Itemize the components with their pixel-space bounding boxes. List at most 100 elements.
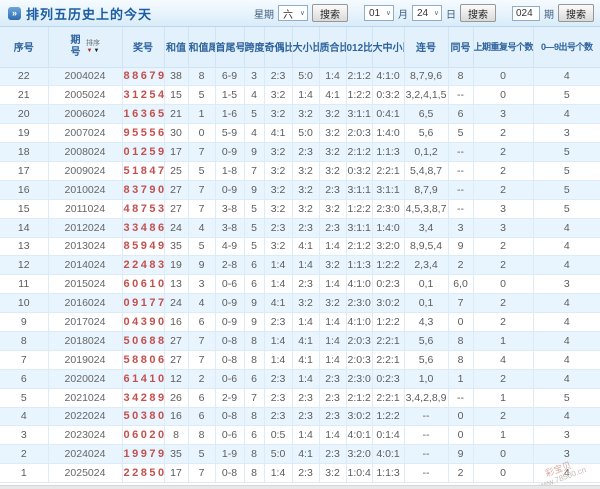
week-select[interactable]: 六 ∨ (278, 5, 308, 21)
cell-big-small: 1:4 (291, 425, 320, 446)
col-prev-repeat: 上期重复号个数 (472, 27, 534, 68)
cell-prize: 51847 (121, 160, 165, 181)
table-row: 5 2021024 34289 26 6 2-9 7 2:3 2:3 2:3 2:1:2 2:2:1 3… (0, 387, 600, 408)
cell-consecutive: 4,5,3,8,7 (403, 198, 449, 219)
day-select-value: 24 (417, 7, 429, 19)
col-big-small: 大小比 (291, 27, 320, 68)
cell-same: 5 (447, 123, 474, 144)
cell-span: 5 (243, 104, 265, 125)
cell-big-small: 3:2 (291, 293, 320, 314)
cell-prev-repeat: 0 (472, 444, 534, 465)
cell-same: 3 (447, 217, 474, 238)
cell-odd-even: 3:2 (263, 104, 293, 125)
cell-prize: 88679 (121, 66, 165, 87)
cell-odd-even: 2:3 (263, 406, 293, 427)
cell-consecutive: 5,6 (403, 123, 449, 144)
sort-desc-icon[interactable]: ▼ (87, 48, 93, 54)
cell-012-ratio: 2:0:3 (345, 123, 373, 144)
cell-sum-tail: 1 (187, 104, 216, 125)
cell-span: 9 (243, 142, 265, 162)
cell-span: 5 (243, 198, 265, 219)
cell-sum: 17 (163, 142, 189, 162)
cell-prize: 01259 (121, 142, 165, 162)
cell-span: 8 (243, 330, 265, 351)
cell-prime-composite: 1:4 (318, 236, 347, 257)
cell-sum-tail: 4 (187, 217, 216, 238)
cell-span: 9 (243, 179, 265, 200)
cell-prime-composite: 3:2 (318, 160, 347, 181)
cell-issue: 2011024 (47, 198, 123, 219)
cell-012-ratio: 1:2:2 (345, 198, 373, 219)
cell-sum-tail: 0 (187, 123, 216, 144)
cell-prev-repeat: 2 (472, 179, 534, 200)
cell-issue: 2021024 (47, 387, 123, 408)
col-index: 序号 (0, 27, 49, 68)
week-search-button[interactable]: 搜索 (312, 4, 348, 22)
cell-digit-count: 4 (532, 255, 600, 276)
cell-012-ratio: 4:1:0 (345, 312, 373, 332)
cell-012-ratio: 4:1:0 (345, 274, 373, 295)
cell-big-mid-small: 2:2:1 (371, 330, 405, 351)
cell-same: -- (447, 85, 474, 106)
cell-prev-repeat: 1 (472, 330, 534, 351)
cell-sum-tail: 3 (187, 274, 216, 295)
cell-prime-composite: 2:3 (318, 387, 347, 408)
cell-consecutive: 6,5 (403, 104, 449, 125)
cell-same: 0 (447, 312, 474, 332)
cell-consecutive: 8,9,5,4 (403, 236, 449, 257)
chevron-down-icon: ∨ (433, 10, 439, 17)
table-row: 2 2024024 19979 35 5 1-9 8 5:0 4:1 2:3 3:2:0 4:0:1-… (0, 444, 600, 465)
col-issue: 期号 排序 ▼ ▼ (47, 27, 123, 68)
cell-odd-even: 5:0 (263, 444, 293, 465)
cell-issue: 2007024 (47, 123, 123, 144)
cell-index: 1 (0, 463, 49, 484)
cell-012-ratio: 3:2:0 (345, 444, 373, 465)
col-prize: 奖号 (121, 27, 165, 68)
cell-prize: 33486 (121, 217, 165, 238)
cell-prize: 06020 (121, 425, 165, 446)
day-select[interactable]: 24 ∨ (412, 5, 442, 21)
date-search-button[interactable]: 搜索 (460, 4, 496, 22)
cell-012-ratio: 2:1:2 (345, 236, 373, 257)
cell-index: 12 (0, 255, 49, 276)
cell-head-tail: 0-8 (214, 330, 245, 351)
cell-sum: 17 (163, 463, 189, 484)
cell-span: 9 (243, 293, 265, 314)
table-row: 4 2022024 50380 16 6 0-8 8 2:3 2:3 2:3 3:0:2 1:2:2-… (0, 406, 600, 427)
cell-sum-tail: 6 (187, 406, 216, 427)
cell-sum-tail: 7 (187, 463, 216, 484)
cell-prime-composite: 2:3 (318, 368, 347, 389)
cell-odd-even: 3:2 (263, 85, 293, 106)
cell-big-mid-small: 3:2:0 (371, 236, 405, 257)
cell-consecutive: 5,4,8,7 (403, 160, 449, 181)
month-select[interactable]: 01 ∨ (364, 5, 394, 21)
cell-sum-tail: 5 (187, 85, 216, 106)
cell-same: 7 (447, 293, 474, 314)
cell-head-tail: 2-8 (214, 255, 245, 276)
cell-big-mid-small: 2:3:0 (371, 198, 405, 219)
issue-input[interactable] (512, 5, 540, 21)
cell-same: -- (447, 179, 474, 200)
cell-head-tail: 0-8 (214, 406, 245, 427)
cell-same: 0 (447, 425, 474, 446)
cell-prime-composite: 2:3 (318, 217, 347, 238)
cell-same: 1 (447, 368, 474, 389)
sort-asc-icon[interactable]: ▼ (94, 48, 100, 54)
sort-control[interactable]: 排序 ▼ ▼ (86, 40, 100, 54)
cell-sum-tail: 2 (187, 368, 216, 389)
cell-sum: 25 (163, 160, 189, 181)
cell-prize: 19979 (121, 444, 165, 465)
cell-012-ratio: 1:1:3 (345, 255, 373, 276)
cell-index: 18 (0, 142, 49, 162)
cell-head-tail: 1-9 (214, 444, 245, 465)
chevron-down-icon: ∨ (299, 10, 305, 17)
cell-prize: 58806 (121, 349, 165, 370)
cell-sum-tail: 6 (187, 387, 216, 408)
cell-same: 8 (447, 349, 474, 370)
issue-search-button[interactable]: 搜索 (558, 4, 594, 22)
cell-head-tail: 4-9 (214, 236, 245, 257)
table-row: 8 2018024 50688 27 7 0-8 8 1:4 4:1 1:4 2:0:3 2:2:1 5… (0, 330, 600, 351)
cell-sum-tail: 9 (187, 255, 216, 276)
cell-012-ratio: 2:1:2 (345, 142, 373, 162)
cell-same: -- (447, 387, 474, 408)
